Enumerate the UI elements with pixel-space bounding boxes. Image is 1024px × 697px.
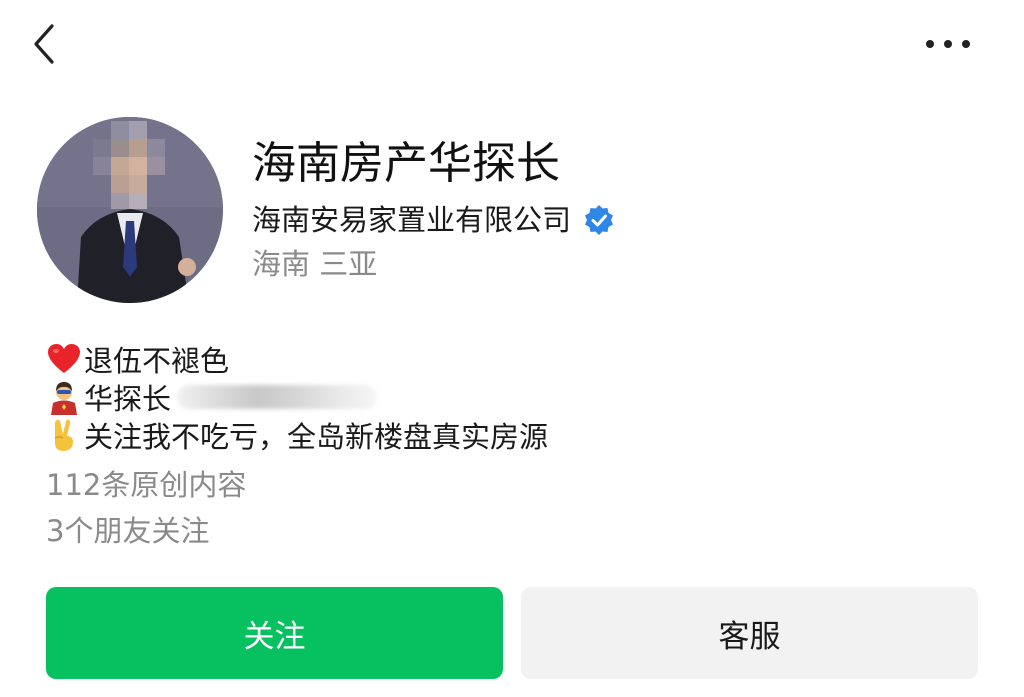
bio-line-2-text: 华探长 bbox=[84, 382, 172, 416]
back-button[interactable] bbox=[28, 20, 64, 68]
bio-line-3: 关注我不吃亏，全岛新楼盘真实房源 bbox=[46, 416, 946, 454]
follow-button[interactable]: 关注 bbox=[46, 587, 503, 679]
more-options-button[interactable] bbox=[918, 26, 978, 62]
red-heart-icon bbox=[48, 344, 80, 373]
avatar[interactable] bbox=[37, 117, 223, 303]
superhero-icon bbox=[51, 382, 77, 415]
avatar-image bbox=[37, 117, 223, 303]
official-account-profile-page: 海南房产华探长 海南安易家置业有限公司 海南 三亚 退伍不褪色 华探长 关注我不… bbox=[0, 0, 1024, 697]
account-name: 海南房产华探长 bbox=[252, 138, 560, 189]
bio-line-3-text: 关注我不吃亏，全岛新楼盘真实房源 bbox=[84, 420, 549, 454]
chevron-left-icon bbox=[34, 24, 54, 64]
location-text: 海南 三亚 bbox=[252, 247, 378, 281]
bio-line-2: 华探长 bbox=[46, 378, 946, 416]
stats-section: 112条原创内容 3个朋友关注 bbox=[46, 462, 246, 554]
verified-badge-icon bbox=[585, 205, 614, 235]
original-content-count[interactable]: 112条原创内容 bbox=[46, 462, 246, 508]
friends-following-count[interactable]: 3个朋友关注 bbox=[46, 508, 246, 554]
redacted-text-blur bbox=[177, 385, 378, 409]
company-row[interactable]: 海南安易家置业有限公司 bbox=[252, 199, 615, 241]
bio-line-1: 退伍不褪色 bbox=[46, 340, 946, 378]
customer-service-button[interactable]: 客服 bbox=[521, 587, 978, 679]
bio-section: 退伍不褪色 华探长 关注我不吃亏，全岛新楼盘真实房源 bbox=[46, 340, 946, 454]
bio-line-1-text: 退伍不褪色 bbox=[84, 344, 230, 378]
more-dots-icon bbox=[926, 40, 970, 48]
company-name: 海南安易家置业有限公司 bbox=[252, 203, 572, 237]
victory-hand-icon bbox=[54, 419, 73, 451]
